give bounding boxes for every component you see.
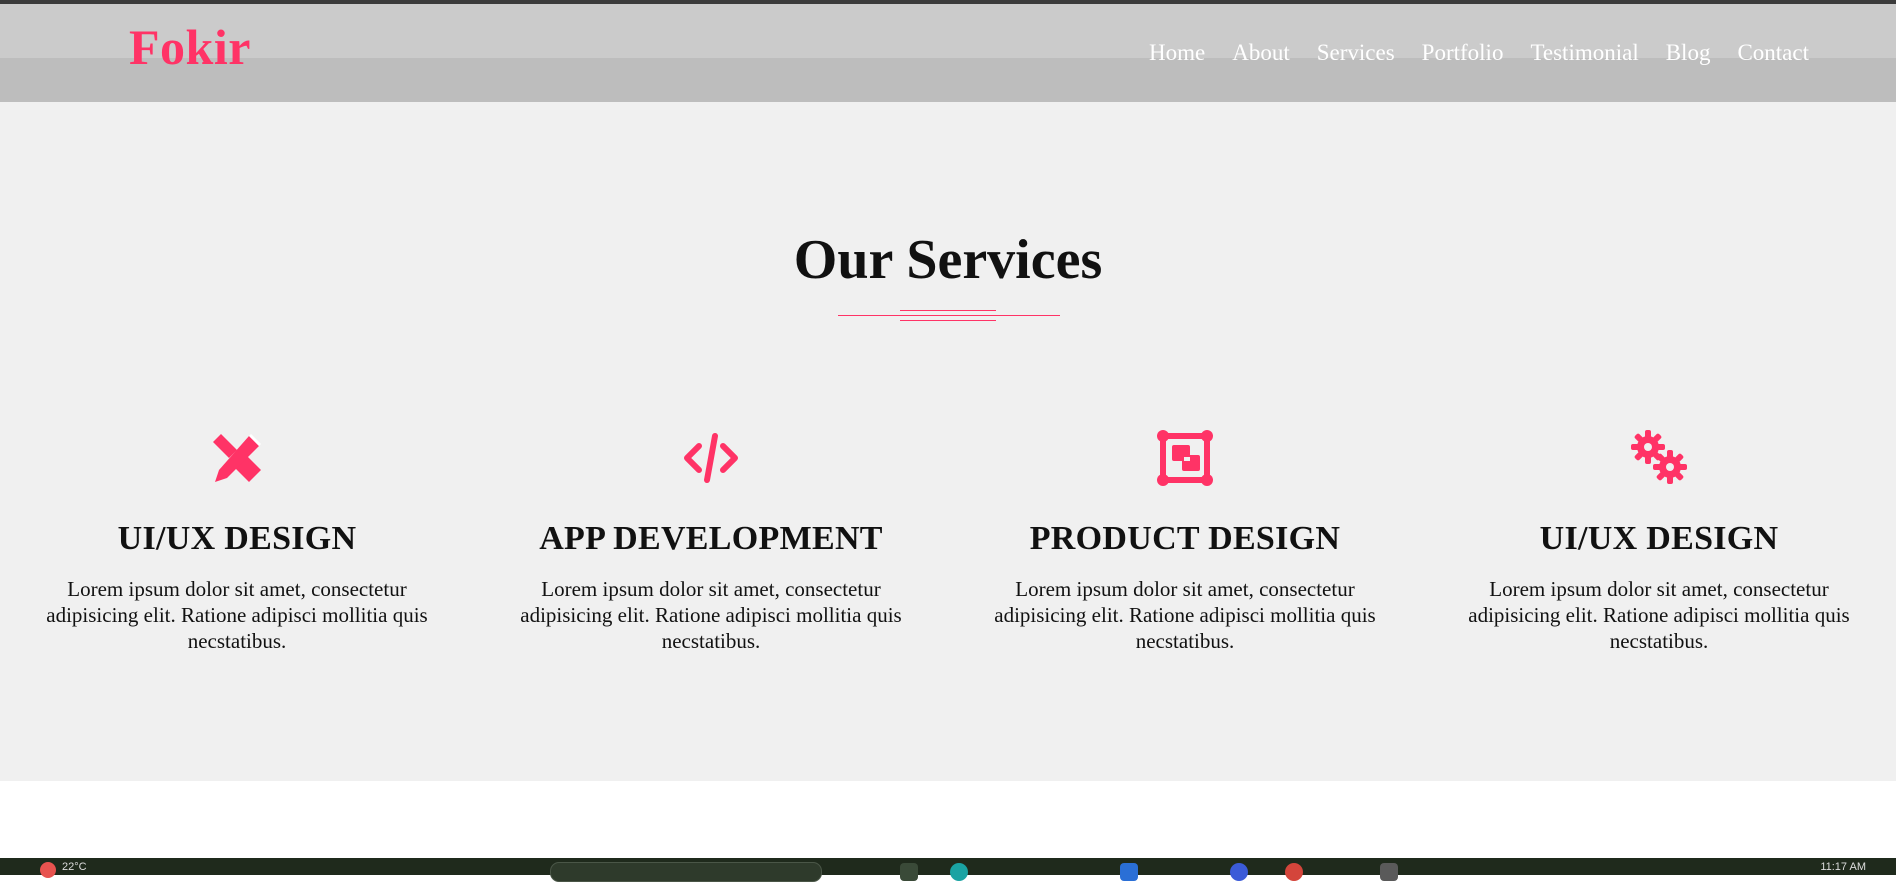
- nav-services[interactable]: Services: [1317, 40, 1395, 66]
- section-title: Our Services: [793, 229, 1103, 291]
- weather-icon[interactable]: [40, 862, 56, 878]
- nav-portfolio[interactable]: Portfolio: [1422, 40, 1504, 66]
- os-taskbar: 22°C 11:17 AM: [0, 858, 1896, 882]
- taskbar-app-icon[interactable]: [1230, 863, 1248, 881]
- nav-testimonial[interactable]: Testimonial: [1530, 40, 1638, 66]
- service-title: UI/UX DESIGN: [117, 520, 357, 557]
- cogs-icon: [1631, 430, 1687, 486]
- main-nav: Home About Services Portfolio Testimonia…: [1149, 40, 1809, 66]
- service-title: PRODUCT DESIGN: [1029, 520, 1341, 557]
- service-title: UI/UX DESIGN: [1539, 520, 1779, 557]
- vector-square-icon: [1157, 430, 1213, 486]
- code-icon: [683, 430, 739, 486]
- taskbar-app-icon[interactable]: [1285, 863, 1303, 881]
- taskbar-search[interactable]: [550, 862, 822, 882]
- service-card: UI/UX DESIGN Lorem ipsum dolor sit amet,…: [1422, 430, 1896, 654]
- taskbar-app-icon[interactable]: [900, 863, 918, 881]
- weather-temperature[interactable]: 22°C: [62, 861, 87, 873]
- service-card: APP DEVELOPMENT Lorem ipsum dolor sit am…: [474, 430, 948, 654]
- nav-contact[interactable]: Contact: [1737, 40, 1809, 66]
- title-divider: [838, 307, 1060, 327]
- taskbar-app-icon[interactable]: [1120, 863, 1138, 881]
- nav-blog[interactable]: Blog: [1666, 40, 1711, 66]
- nav-about[interactable]: About: [1232, 40, 1290, 66]
- site-header: Fokir Home About Services Portfolio Test…: [0, 4, 1896, 102]
- service-description: Lorem ipsum dolor sit amet, consectetur …: [46, 577, 428, 653]
- system-clock[interactable]: 11:17 AM: [1820, 861, 1866, 873]
- nav-home[interactable]: Home: [1149, 40, 1205, 66]
- service-description: Lorem ipsum dolor sit amet, consectetur …: [520, 577, 902, 653]
- service-card: PRODUCT DESIGN Lorem ipsum dolor sit ame…: [948, 430, 1422, 654]
- service-description: Lorem ipsum dolor sit amet, consectetur …: [1468, 577, 1850, 653]
- taskbar-app-icon[interactable]: [1380, 863, 1398, 881]
- service-card: UI/UX DESIGN Lorem ipsum dolor sit amet,…: [0, 430, 474, 654]
- services-section: Our Services UI/UX DESIGN Lorem ipsum do…: [0, 102, 1896, 781]
- pencil-ruler-icon: [209, 430, 265, 486]
- taskbar-app-icon[interactable]: [950, 863, 968, 881]
- site-logo[interactable]: Fokir: [129, 18, 251, 76]
- service-description: Lorem ipsum dolor sit amet, consectetur …: [994, 577, 1376, 653]
- service-title: APP DEVELOPMENT: [539, 520, 883, 557]
